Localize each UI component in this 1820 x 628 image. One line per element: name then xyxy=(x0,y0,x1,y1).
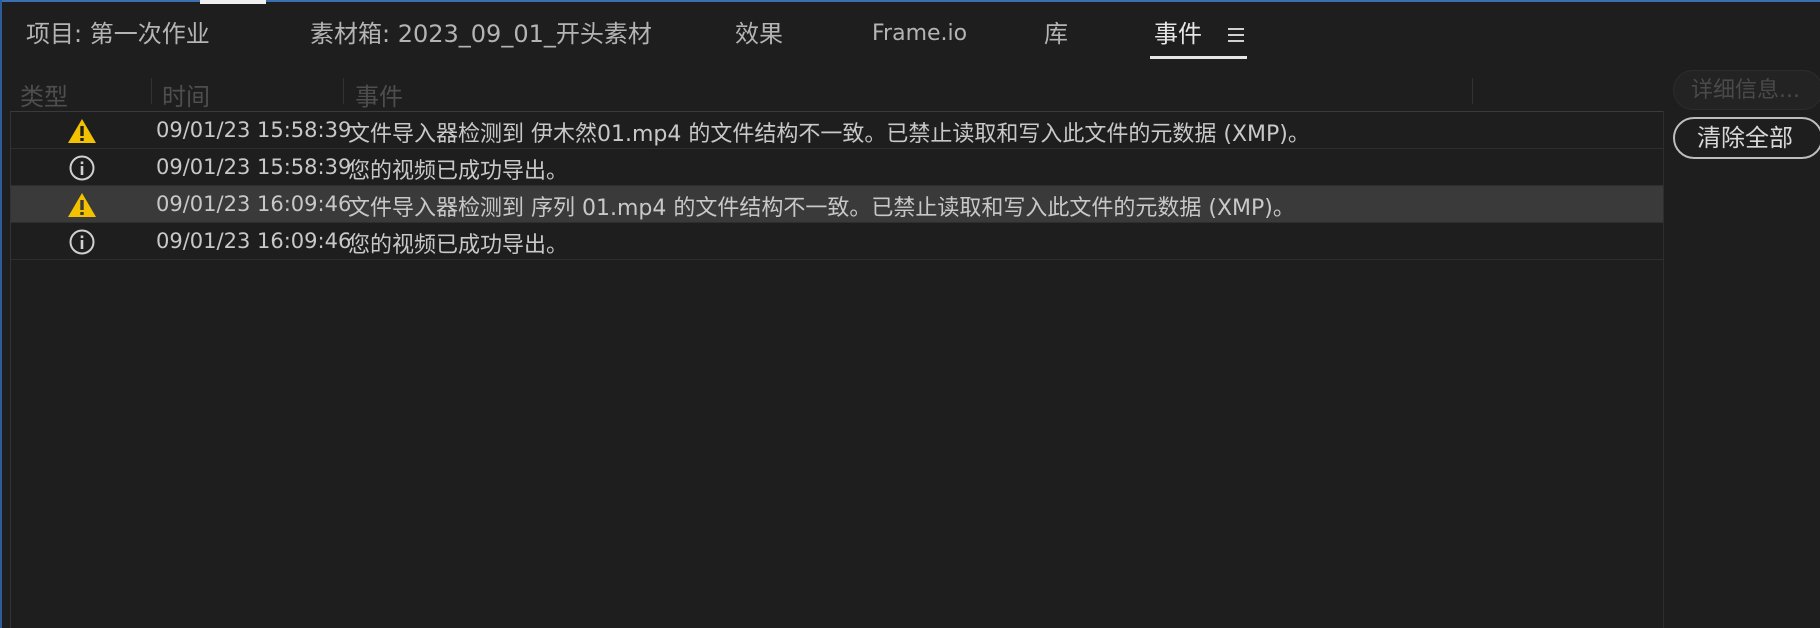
panel-tab-bar: 项目: 第一次作业 素材箱: 2023_09_01_开头素材 效果 Frame.… xyxy=(0,8,1820,59)
event-row[interactable]: 09/01/23 16:09:46 您的视频已成功导出。 xyxy=(11,223,1663,260)
top-accent-line xyxy=(0,0,1820,2)
tab-bin[interactable]: 素材箱: 2023_09_01_开头素材 xyxy=(310,20,652,48)
event-row[interactable]: 09/01/23 15:58:39 您的视频已成功导出。 xyxy=(11,149,1663,186)
warning-icon xyxy=(68,119,96,143)
events-list[interactable]: 09/01/23 15:58:39 文件导入器检测到 伊木然01.mp4 的文件… xyxy=(10,111,1664,628)
tab-effects[interactable]: 效果 xyxy=(735,20,783,48)
column-header-type[interactable]: 类型 xyxy=(20,77,68,112)
column-header-time[interactable]: 时间 xyxy=(162,77,210,112)
events-panel: 项目: 第一次作业 素材箱: 2023_09_01_开头素材 效果 Frame.… xyxy=(0,0,1820,628)
active-tab-underline xyxy=(1150,56,1247,59)
column-header-event[interactable]: 事件 xyxy=(355,77,403,112)
event-message: 您的视频已成功导出。 xyxy=(348,233,569,258)
clear-all-button[interactable]: 清除全部 xyxy=(1673,117,1820,159)
event-time: 09/01/23 16:09:46 xyxy=(156,229,352,253)
warning-icon xyxy=(68,193,96,217)
event-time: 09/01/23 15:58:39 xyxy=(156,118,352,142)
tab-project[interactable]: 项目: 第一次作业 xyxy=(26,20,210,48)
event-row-selected[interactable]: 09/01/23 16:09:46 文件导入器检测到 序列 01.mp4 的文件… xyxy=(11,186,1663,223)
event-message: 您的视频已成功导出。 xyxy=(348,159,569,184)
left-accent-line xyxy=(0,0,2,628)
column-divider[interactable] xyxy=(1472,78,1473,104)
info-icon xyxy=(69,229,95,255)
event-time: 09/01/23 16:09:46 xyxy=(156,192,352,216)
tab-library[interactable]: 库 xyxy=(1044,20,1068,48)
event-row[interactable]: 09/01/23 15:58:39 文件导入器检测到 伊木然01.mp4 的文件… xyxy=(11,112,1663,149)
list-right-border xyxy=(1663,111,1664,628)
column-divider[interactable] xyxy=(151,78,152,104)
hamburger-menu-icon[interactable] xyxy=(1228,28,1244,44)
event-message: 文件导入器检测到 伊木然01.mp4 的文件结构不一致。已禁止读取和写入此文件的… xyxy=(348,122,1310,147)
event-time: 09/01/23 15:58:39 xyxy=(156,155,352,179)
details-button[interactable]: 详细信息... xyxy=(1673,70,1820,110)
tab-frameio[interactable]: Frame.io xyxy=(872,20,967,48)
column-divider[interactable] xyxy=(343,78,344,104)
event-message: 文件导入器检测到 序列 01.mp4 的文件结构不一致。已禁止读取和写入此文件的… xyxy=(348,196,1295,221)
column-header-row: 类型 时间 事件 xyxy=(10,72,1665,111)
info-icon xyxy=(69,155,95,181)
upper-tab-indicator xyxy=(200,0,266,4)
tab-events[interactable]: 事件 xyxy=(1154,20,1202,48)
